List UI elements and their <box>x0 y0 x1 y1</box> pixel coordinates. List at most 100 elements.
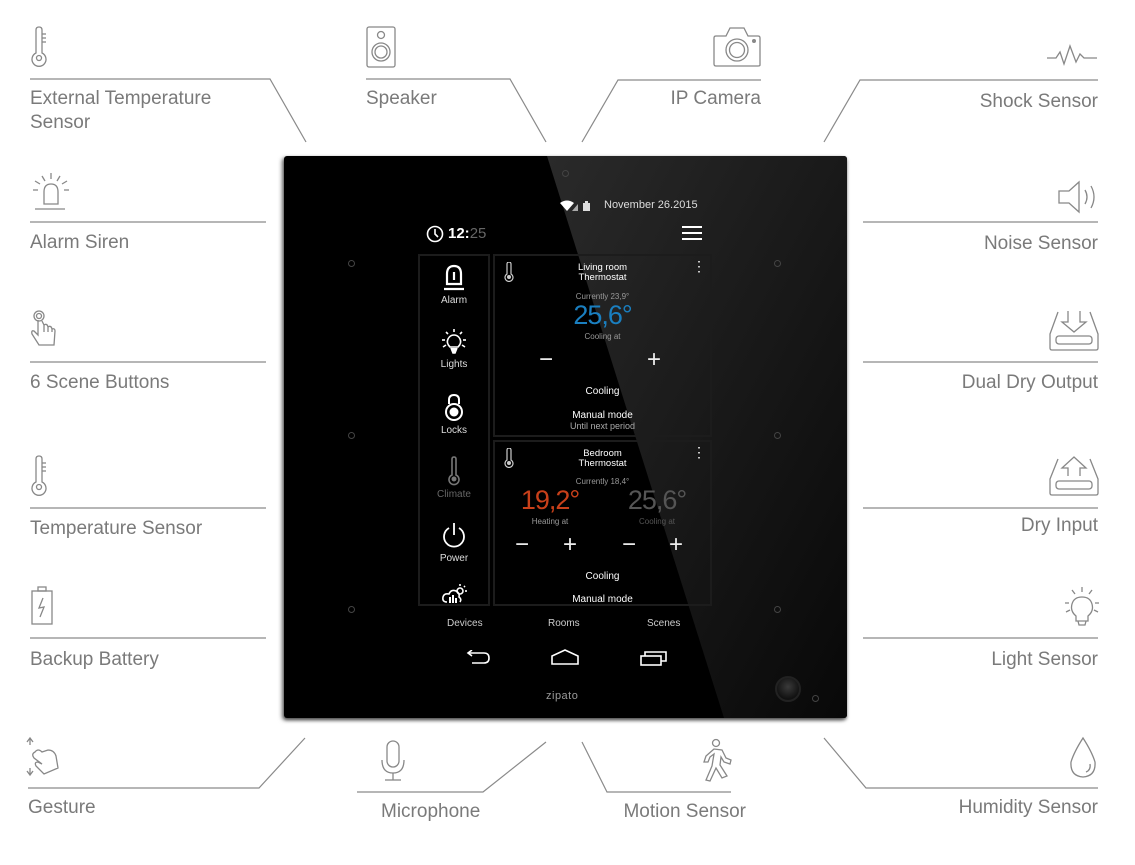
hvac-mode: Cooling <box>585 386 620 397</box>
gesture-icon <box>26 736 60 778</box>
hvac-mode: Cooling <box>585 571 620 582</box>
heating-setpoint: 19,2° <box>520 485 580 515</box>
clock-time: 12:25 <box>448 225 486 242</box>
scene-button-1[interactable] <box>348 260 355 267</box>
scene-button-4[interactable] <box>774 260 781 267</box>
back-arrow-icon <box>466 649 490 664</box>
thermostat-card-living-room: ⋮ Living room Thermostat Currently 23,9°… <box>493 254 712 437</box>
cooling-setpoint: 25,6° <box>573 300 632 330</box>
feature-light-sensor: Light Sensor <box>991 649 1098 670</box>
feature-microphone: Microphone <box>381 801 481 822</box>
scene-button-5[interactable] <box>774 432 781 439</box>
sidebar-label: Locks <box>440 425 468 436</box>
cool-increase-button[interactable]: + <box>669 531 683 559</box>
tray-down-icon <box>1048 310 1100 352</box>
sidebar-label: Alarm <box>440 295 468 306</box>
tray-up-icon <box>1048 455 1100 497</box>
thermostat-title: Living room Thermostat <box>495 263 710 283</box>
light-sensor-hole <box>812 695 819 702</box>
status-date: November 26.2015 <box>604 199 698 211</box>
lock-icon <box>445 393 463 421</box>
power-icon <box>443 523 465 548</box>
category-sidebar: Alarm Lights Locks Climate Power <box>418 254 490 606</box>
setpoint-label: Cooling at <box>584 332 621 341</box>
sidebar-label: Power <box>439 553 469 564</box>
speaker-box-icon <box>366 26 396 68</box>
sidebar-label: Lights <box>440 359 468 370</box>
siren-icon <box>30 170 72 212</box>
battery-icon <box>30 585 54 627</box>
decrease-button[interactable]: − <box>539 346 553 374</box>
scene-button-2[interactable] <box>348 432 355 439</box>
thermometer-icon <box>30 455 52 497</box>
increase-button[interactable]: + <box>647 346 661 374</box>
glass-reflection <box>547 156 847 718</box>
manual-mode-label: Manual mode <box>572 410 633 421</box>
heating-label: Heating at <box>531 517 569 526</box>
scene-button-3[interactable] <box>348 606 355 613</box>
bulb-icon <box>442 329 466 354</box>
back-button[interactable] <box>464 649 490 671</box>
zipato-device: November 26.2015 12:25 Alarm Lights Lock… <box>284 156 847 718</box>
clock-icon <box>426 225 444 248</box>
menu-hamburger-icon[interactable] <box>682 226 702 245</box>
cooling-setpoint: 25,6° <box>627 485 687 515</box>
feature-alarm-siren: Alarm Siren <box>30 232 130 253</box>
recent-apps-button[interactable] <box>640 650 668 671</box>
sidebar-item-climate[interactable]: Climate <box>420 456 488 500</box>
feature-external-temperature-sensor: External Temperature Sensor <box>30 88 212 133</box>
sidebar-item-lights[interactable]: Lights <box>420 328 488 370</box>
home-icon <box>551 649 579 665</box>
thermostat-title-line2: Thermostat <box>578 458 627 469</box>
touch-hand-icon <box>30 309 58 351</box>
feature-gesture: Gesture <box>28 797 96 818</box>
thermometer-icon <box>30 26 52 68</box>
feature-motion-sensor: Motion Sensor <box>623 801 746 822</box>
manual-mode-label: Manual mode <box>572 594 633 605</box>
feature-humidity-sensor: Humidity Sensor <box>958 797 1098 818</box>
schedule-mode: Manual mode Until next period <box>495 410 710 432</box>
tab-devices[interactable]: Devices <box>447 618 483 629</box>
heat-decrease-button[interactable]: − <box>515 531 529 559</box>
feature-dual-dry-output: Dual Dry Output <box>961 372 1098 393</box>
alarm-icon <box>444 264 464 291</box>
feature-backup-battery: Backup Battery <box>30 649 159 670</box>
tab-rooms[interactable]: Rooms <box>548 618 580 629</box>
recent-apps-icon <box>640 651 667 666</box>
brand-logo: zipato <box>546 690 579 702</box>
cooling-label: Cooling at <box>638 517 676 526</box>
heat-increase-button[interactable]: + <box>563 531 577 559</box>
scene-button-6[interactable] <box>774 606 781 613</box>
cool-decrease-button[interactable]: − <box>622 531 636 559</box>
thermostat-title-line2: Thermostat <box>578 272 627 283</box>
speaker-sound-icon <box>1057 180 1099 214</box>
sidebar-label: Climate <box>437 489 471 500</box>
sidebar-item-locks[interactable]: Locks <box>420 392 488 436</box>
microphone-icon <box>380 740 406 782</box>
line-humidity-sensor <box>823 737 1098 789</box>
front-camera-lens <box>562 170 569 177</box>
proximity-sensor <box>775 676 801 702</box>
sidebar-item-weather[interactable] <box>420 584 488 607</box>
weather-icon <box>442 584 467 603</box>
feature-6-scene-buttons: 6 Scene Buttons <box>30 372 170 393</box>
tab-scenes[interactable]: Scenes <box>647 618 680 629</box>
feature-dry-input: Dry Input <box>1020 515 1098 536</box>
sidebar-item-alarm[interactable]: Alarm <box>420 262 488 306</box>
feature-ip-camera: IP Camera <box>670 88 761 109</box>
light-bulb-icon <box>1064 586 1100 628</box>
pulse-icon <box>1046 44 1098 68</box>
status-icons <box>560 199 596 217</box>
clock-hours: 12: <box>448 225 470 242</box>
home-button[interactable] <box>550 648 580 671</box>
water-drop-icon <box>1068 736 1098 780</box>
thermostat-card-bedroom: ⋮ Bedroom Thermostat Currently 18,4° 19,… <box>493 440 712 606</box>
walking-person-icon <box>700 738 734 784</box>
sidebar-item-power[interactable]: Power <box>420 520 488 564</box>
feature-speaker: Speaker <box>366 88 437 109</box>
feature-temperature-sensor: Temperature Sensor <box>30 518 203 539</box>
feature-shock-sensor: Shock Sensor <box>979 91 1098 112</box>
camera-icon <box>712 26 762 68</box>
thermometer-icon <box>448 456 460 486</box>
clock-minutes: 25 <box>469 225 487 242</box>
